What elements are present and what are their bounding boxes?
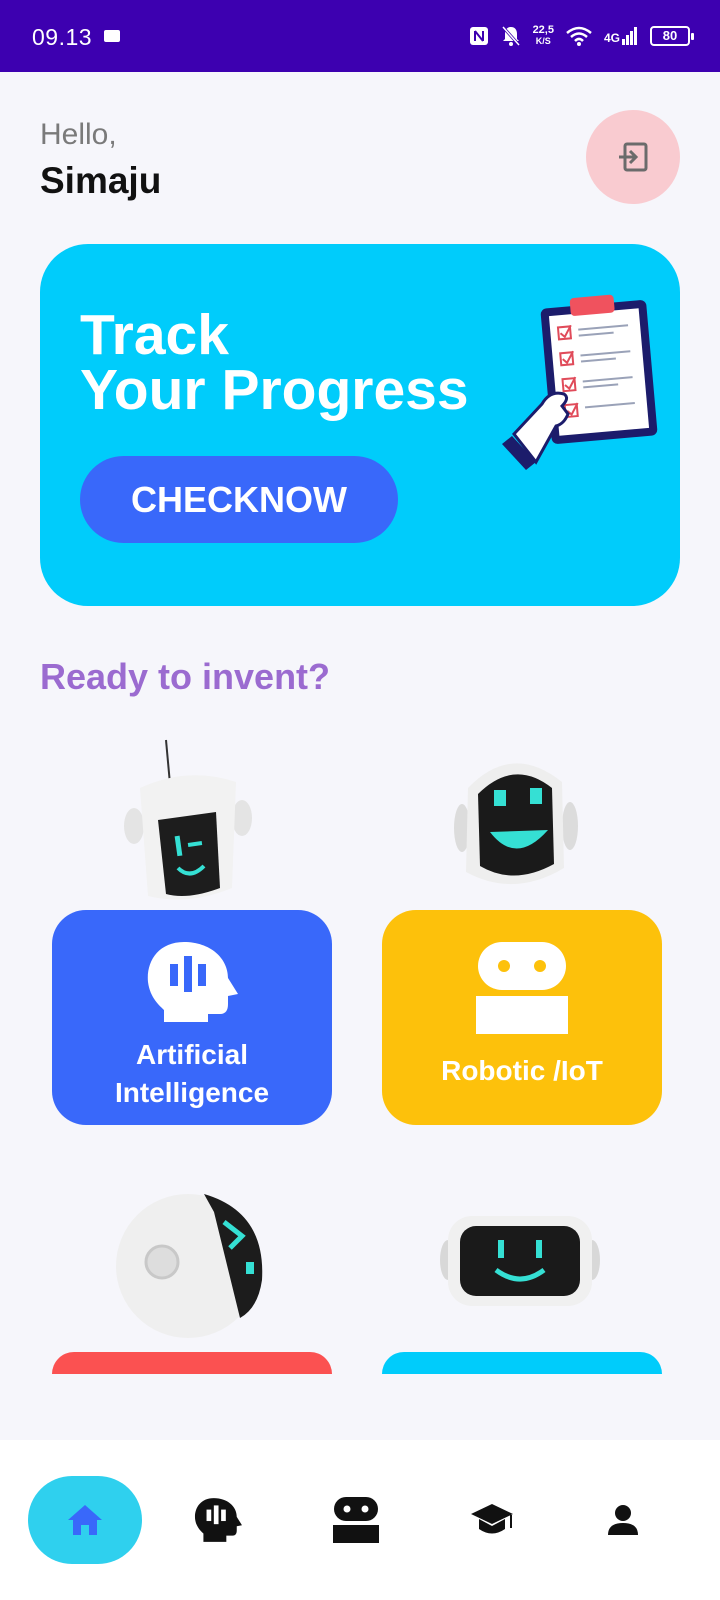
status-bar: 09.13 22,5 K/S 4G 80 xyxy=(0,0,720,72)
category-card-robotic[interactable]: Robotic /IoT xyxy=(382,910,662,1125)
category-label-ai: Artificial Intelligence xyxy=(114,1039,270,1108)
bell-off-icon xyxy=(501,26,520,46)
status-time: 09.13 xyxy=(32,24,93,50)
head-bars-icon xyxy=(147,942,238,1022)
category-card-4[interactable] xyxy=(382,1352,662,1374)
checknow-button[interactable]: CHECKNOW xyxy=(80,456,398,543)
category-card-ai[interactable]: Artificial Intelligence xyxy=(52,910,332,1125)
robot-icon xyxy=(476,942,568,1034)
nav-home[interactable] xyxy=(28,1476,142,1564)
greeting-hello: Hello, xyxy=(40,118,117,151)
nav-ai[interactable] xyxy=(186,1476,250,1564)
home-icon xyxy=(68,1505,102,1535)
section-title: Ready to invent? xyxy=(40,656,331,697)
nav-robotic[interactable] xyxy=(328,1476,384,1564)
head-bars-icon xyxy=(194,1498,242,1542)
network-type: 4G xyxy=(603,31,620,45)
nav-profile[interactable] xyxy=(598,1476,648,1564)
nav-courses[interactable] xyxy=(464,1476,520,1564)
progress-card: Track Your Progress CHECKNOW xyxy=(40,244,680,606)
progress-title: Track Your Progress xyxy=(80,303,469,422)
network-speed: 22,5 K/S xyxy=(533,25,554,47)
logout-icon xyxy=(619,142,648,172)
status-icons: 22,5 K/S 4G 80 xyxy=(469,20,694,52)
robot-smile-illustration xyxy=(454,763,578,885)
robot-screen-illustration xyxy=(440,1216,600,1306)
speed-unit: K/S xyxy=(535,36,551,46)
nfc-icon xyxy=(469,27,488,45)
user-name: Simaju xyxy=(40,160,162,201)
cell-signal: 4G xyxy=(604,27,638,45)
wifi-icon xyxy=(566,26,592,46)
signal-icon xyxy=(622,27,637,45)
battery-icon: 80 xyxy=(650,26,694,46)
logout-button[interactable] xyxy=(586,110,680,204)
clipboard-illustration xyxy=(502,294,658,470)
graduation-cap-icon xyxy=(471,1504,513,1534)
robot-sphere-illustration xyxy=(116,1194,263,1338)
category-label-robotic: Robotic /IoT xyxy=(441,1055,603,1086)
robot-icon xyxy=(333,1497,379,1543)
bottom-nav xyxy=(0,1440,720,1600)
speed-value: 22,5 xyxy=(532,24,554,36)
notification-icon xyxy=(104,30,120,42)
robot-antenna-illustration xyxy=(124,739,252,900)
category-card-3[interactable] xyxy=(52,1352,332,1374)
user-icon xyxy=(608,1505,638,1535)
